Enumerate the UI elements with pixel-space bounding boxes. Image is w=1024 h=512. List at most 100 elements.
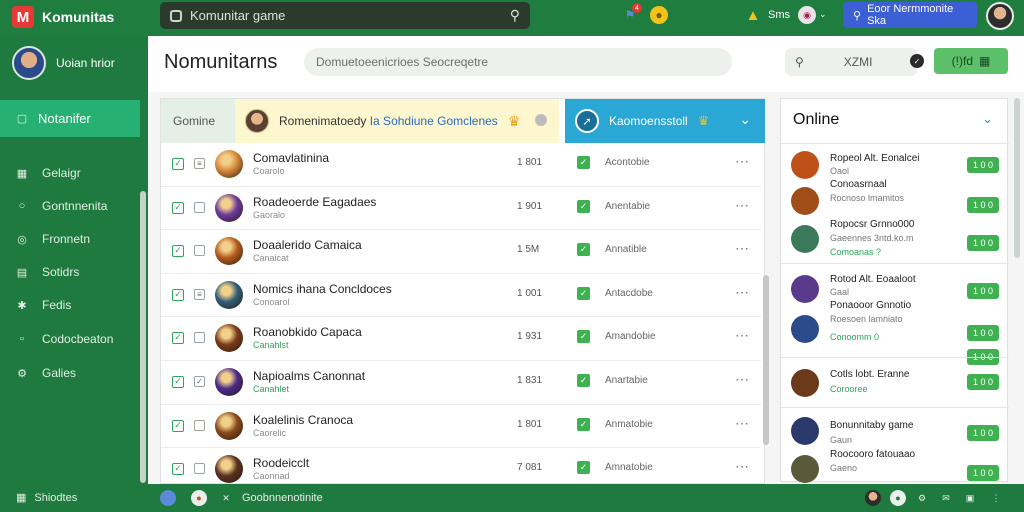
online-join-button[interactable]: 1 0 0 bbox=[967, 157, 999, 173]
sidebar-item-6[interactable]: ▫ Codocbeaton bbox=[16, 332, 113, 346]
record-icon[interactable]: ● bbox=[191, 490, 207, 506]
online-sub: Roesoen lamniato bbox=[830, 314, 903, 324]
row-sub: Gaoralo bbox=[253, 209, 286, 220]
online-join-button[interactable]: 1 0 0 bbox=[967, 283, 999, 299]
sidebar-item-label: Fronnetn bbox=[42, 232, 91, 246]
online-avatar bbox=[791, 275, 819, 303]
list-header: Gomine Romenimatoedy Ia Sohdiune Gomclen… bbox=[161, 99, 766, 143]
menu-icon[interactable]: ⋮ bbox=[988, 490, 1004, 506]
row-name: Doaalerido Camaica bbox=[253, 238, 362, 253]
row-checkbox[interactable]: ✓ bbox=[172, 375, 184, 388]
more-icon[interactable]: ⋯ bbox=[735, 240, 750, 257]
sidebar-item-7[interactable]: ⚙ Galies bbox=[16, 366, 76, 380]
table-row[interactable]: ✓ Roadeoerde Eagadaes Gaoralo 1 901 ✓ An… bbox=[161, 187, 761, 231]
sidebar-item-2[interactable]: ○ Gontnnenita bbox=[16, 199, 108, 213]
chevron-down-icon[interactable]: ⌄ bbox=[819, 9, 827, 20]
row-checkbox[interactable]: ✓ bbox=[172, 245, 184, 258]
more-icon[interactable]: ⋯ bbox=[735, 153, 750, 170]
sidebar-scrollbar[interactable] bbox=[140, 191, 146, 483]
sidebar-profile[interactable]: Uoian hrior bbox=[12, 46, 115, 80]
bookmark-icon[interactable]: ≡ bbox=[194, 158, 205, 169]
row-sub: Canahlet bbox=[253, 383, 290, 394]
row-secondary-checkbox[interactable] bbox=[194, 463, 205, 475]
row-secondary-checkbox[interactable] bbox=[194, 419, 205, 431]
sidebar-item-label: Fedis bbox=[42, 298, 72, 312]
gear-icon[interactable]: ⚙ bbox=[914, 490, 930, 506]
expand-icon[interactable]: ▣ bbox=[962, 490, 978, 506]
row-secondary-checkbox[interactable] bbox=[194, 201, 205, 213]
table-row[interactable]: ✓ ✓ Napioalms Canonnat Canahlet 1 831 ✓ … bbox=[161, 361, 761, 405]
main-search-input[interactable]: Domuetoeenicrioes Seocreqetre bbox=[304, 48, 732, 76]
online-join-button[interactable]: 1 0 0 bbox=[967, 465, 999, 481]
online-join-button[interactable]: 1 0 0 bbox=[967, 197, 999, 213]
row-checkbox[interactable]: ✓ bbox=[172, 419, 184, 432]
online-avatar bbox=[791, 417, 819, 445]
tab-games[interactable]: Gomine bbox=[161, 99, 235, 143]
info-icon[interactable]: ✓ bbox=[910, 54, 924, 68]
bell-icon[interactable]: ▲ bbox=[744, 6, 762, 24]
share-icon[interactable]: ✕ bbox=[218, 490, 234, 506]
chat-icon[interactable]: ✉ bbox=[938, 490, 954, 506]
online-sub: Gaeennes 3ntd.ko.m bbox=[830, 233, 914, 243]
row-name: Roanobkido Capaca bbox=[253, 325, 362, 340]
row-count: 1 5M bbox=[517, 244, 540, 256]
online-count: Conoomm 0 bbox=[830, 332, 880, 342]
top-search-input[interactable]: Komunitar game ⚲ bbox=[160, 2, 530, 29]
sidebar-item-4[interactable]: ▤ Sotidrs bbox=[16, 265, 80, 279]
more-icon[interactable]: ⋯ bbox=[735, 327, 750, 344]
brand[interactable]: M Komunitas bbox=[12, 6, 114, 28]
row-secondary-checkbox[interactable]: ✓ bbox=[194, 375, 205, 387]
sidebar-item-active[interactable]: ▢ Notanifer bbox=[0, 100, 140, 137]
status-icon[interactable]: ● bbox=[890, 490, 906, 506]
game-avatar bbox=[215, 150, 243, 178]
game-list-panel: Gomine Romenimatoedy Ia Sohdiune Gomclen… bbox=[160, 98, 769, 492]
row-secondary-checkbox[interactable] bbox=[194, 245, 205, 257]
more-icon[interactable]: ⋯ bbox=[735, 284, 750, 301]
row-checkbox[interactable]: ✓ bbox=[172, 158, 184, 170]
row-count: 1 801 bbox=[517, 418, 543, 430]
more-icon[interactable]: ⋯ bbox=[735, 415, 750, 432]
sidebar-item-3[interactable]: ◎ Fronnetn bbox=[16, 232, 90, 246]
flag-icon[interactable]: ◉ bbox=[798, 6, 816, 24]
bookmark-icon[interactable]: ≡ bbox=[194, 288, 205, 300]
highlight-banner[interactable]: Romenimatoedy Ia Sohdiune Gomclenes ♛ bbox=[235, 99, 559, 143]
table-row[interactable]: ✓ ≡ Nomics ihana Concldoces Conoarol 1 0… bbox=[161, 274, 761, 318]
row-count: 1 831 bbox=[517, 374, 543, 386]
more-icon[interactable]: ⋯ bbox=[735, 371, 750, 388]
online-join-button[interactable]: 1 0 0 bbox=[967, 374, 999, 390]
header-action-button[interactable]: (!)fd ▦ bbox=[934, 48, 1008, 74]
avatar[interactable] bbox=[865, 490, 881, 506]
online-join-button[interactable]: 1 0 0 bbox=[967, 425, 999, 441]
row-checkbox[interactable]: ✓ bbox=[172, 288, 184, 301]
coin-icon[interactable]: ● bbox=[650, 6, 668, 24]
sidebar-item-5[interactable]: ✱ Fedis bbox=[16, 298, 71, 312]
row-status: Acontobie bbox=[605, 157, 650, 168]
more-icon[interactable]: ⋯ bbox=[735, 197, 750, 214]
sidebar-item-1[interactable]: ▦ Gelaigr bbox=[16, 166, 81, 180]
chevron-down-icon[interactable]: ⌄ bbox=[739, 111, 751, 128]
bottom-left[interactable]: ▦ Shiodtes bbox=[16, 491, 77, 505]
globe-icon[interactable] bbox=[160, 490, 176, 506]
online-scrollbar[interactable] bbox=[1014, 98, 1020, 258]
search-icon[interactable]: ⚲ bbox=[510, 7, 520, 24]
row-checkbox[interactable]: ✓ bbox=[172, 463, 184, 476]
online-join-button[interactable]: 1 0 0 bbox=[967, 325, 999, 341]
row-checkbox[interactable]: ✓ bbox=[172, 201, 184, 214]
more-icon[interactable]: ⋯ bbox=[735, 458, 750, 475]
row-checkbox[interactable]: ✓ bbox=[172, 332, 184, 345]
chevron-down-icon[interactable]: ⌄ bbox=[982, 111, 993, 127]
table-row[interactable]: ✓ Doaalerido Camaica Canaicat 1 5M ✓ Ann… bbox=[161, 230, 761, 274]
bottom-bar: ▦ Shiodtes ● ✕ Goobnnenotinite ● ⚙ ✉ ▣ ⋮ bbox=[0, 484, 1024, 512]
table-row[interactable]: ✓ Koalelinis Cranoca Caorelic 1 801 ✓ An… bbox=[161, 405, 761, 449]
row-secondary-checkbox[interactable] bbox=[194, 332, 205, 344]
online-count: Comoanas ? bbox=[830, 247, 882, 257]
table-row[interactable]: ✓ Roanobkido Capaca Canahlst 1 931 ✓ Ama… bbox=[161, 317, 761, 361]
online-join-button[interactable]: 1 0 0 bbox=[967, 235, 999, 251]
user-avatar[interactable] bbox=[986, 2, 1014, 30]
filter-field[interactable]: ⚲ XZMI bbox=[785, 48, 917, 76]
table-row[interactable]: ✓ ≡ Comavlatinina Coarolo 1 801 ✓ Aconto… bbox=[161, 143, 761, 187]
blue-banner[interactable]: ➚ Kaomoensstoll ♛ ⌄ bbox=[565, 99, 765, 143]
row-name: Roadeoerde Eagadaes bbox=[253, 194, 377, 209]
top-primary-button[interactable]: ⚲ Eoor Nermmonite Ska bbox=[843, 2, 977, 28]
list-scrollbar[interactable] bbox=[763, 275, 769, 445]
